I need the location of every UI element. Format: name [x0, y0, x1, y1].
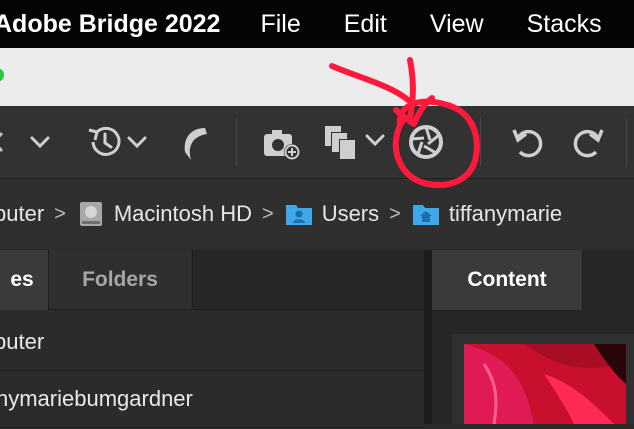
red-annotation-overlay [329, 57, 480, 188]
annotation-arrow [329, 57, 435, 127]
